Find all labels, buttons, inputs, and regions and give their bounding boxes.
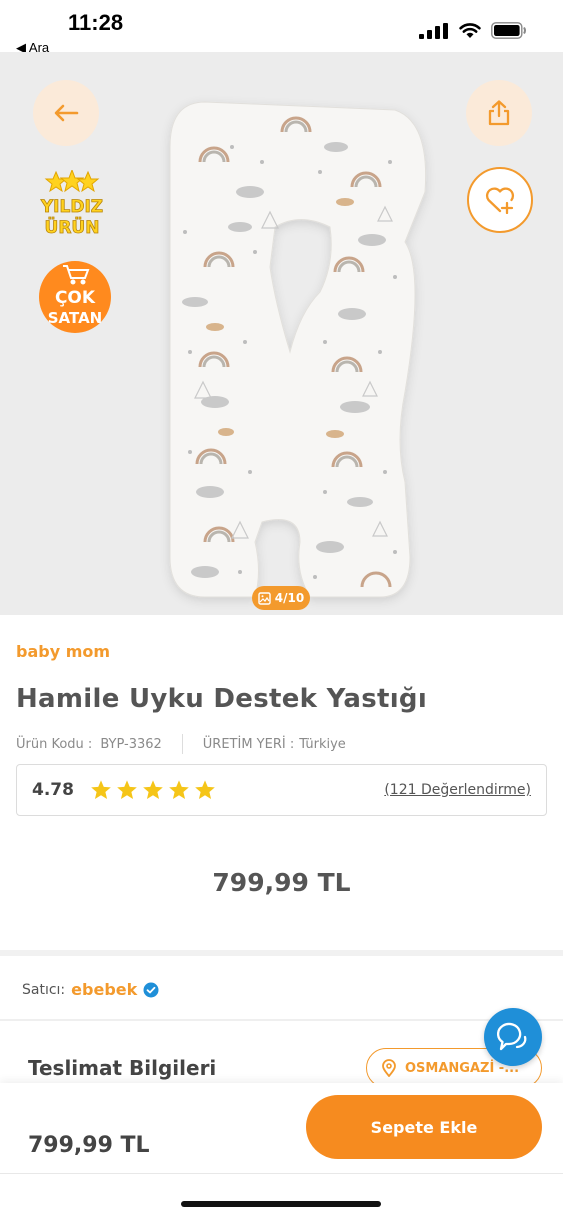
system-icons	[419, 22, 527, 39]
star-icon	[91, 780, 111, 799]
product-code-value: BYP-3362	[100, 736, 162, 752]
star-icon	[169, 780, 189, 799]
product-meta: Ürün Kodu : BYP-3362 ÜRETİM YERİ : Türki…	[16, 734, 346, 754]
status-bar: 11:28 ◀ Ara	[0, 0, 563, 55]
product-price: 799,99 TL	[212, 868, 351, 897]
product-page: 11:28 ◀ Ara YILDIZ ÜRÜN ÇOK SATAN 4/10 b…	[0, 0, 563, 1219]
product-code-label: Ürün Kodu :	[16, 736, 93, 752]
star-icon	[195, 780, 215, 799]
badge-yildiz-line2: ÜRÜN	[45, 216, 100, 238]
home-indicator[interactable]	[181, 1201, 381, 1207]
cok-satan-badge: ÇOK SATAN	[39, 261, 111, 333]
bottom-divider	[0, 1173, 563, 1174]
badge-cok-line1: ÇOK	[55, 288, 96, 308]
chat-icon	[497, 1022, 527, 1051]
image-counter: 4/10	[252, 586, 310, 610]
origin-label: ÜRETİM YERİ :	[202, 736, 295, 752]
bottom-price: 799,99 TL	[28, 1133, 150, 1158]
image-counter-label: 4/10	[274, 591, 305, 605]
seller-info[interactable]: Satıcı: ebebek	[22, 980, 159, 999]
share-button[interactable]	[466, 80, 532, 146]
star-icon	[143, 780, 163, 799]
share-icon	[488, 100, 510, 126]
meta-divider	[181, 734, 183, 754]
back-arrow-icon	[54, 104, 79, 122]
status-time: 11:28	[68, 10, 124, 35]
yildiz-urun-badge: YILDIZ ÜRÜN	[39, 170, 104, 238]
divider	[0, 1019, 563, 1021]
heart-plus-icon	[485, 187, 515, 214]
star-icon	[117, 780, 137, 799]
rating-stars	[90, 779, 216, 801]
origin-value: Türkiye	[299, 736, 346, 752]
badge-cok-line2: SATAN	[48, 309, 102, 327]
image-icon	[258, 591, 271, 605]
brand-link[interactable]: baby mom	[16, 642, 110, 661]
chat-button[interactable]	[484, 1008, 542, 1066]
back-button[interactable]	[33, 80, 99, 146]
add-to-cart-button[interactable]: Sepete Ekle	[306, 1095, 542, 1159]
wifi-icon	[459, 22, 481, 38]
product-title: Hamile Uyku Destek Yastığı	[16, 684, 428, 714]
add-to-favorites-button[interactable]	[467, 167, 533, 233]
battery-icon	[491, 22, 526, 39]
product-image-gallery[interactable]: YILDIZ ÜRÜN ÇOK SATAN 4/10	[0, 52, 563, 615]
seller-label: Satıcı:	[22, 981, 66, 998]
badge-yildiz-line1: YILDIZ	[40, 197, 103, 217]
location-pin-icon	[382, 1059, 396, 1077]
reviews-link[interactable]: (121 Değerlendirme)	[384, 782, 531, 798]
signal-icon	[419, 22, 448, 39]
verified-icon	[143, 982, 159, 997]
badge-star-icon	[44, 170, 100, 193]
rating-summary[interactable]: 4.78 (121 Değerlendirme)	[16, 764, 547, 816]
bottom-action-bar: 799,99 TL Sepete Ekle	[0, 1083, 563, 1219]
section-divider	[0, 950, 563, 956]
seller-name[interactable]: ebebek	[71, 980, 137, 999]
delivery-title: Teslimat Bilgileri	[28, 1056, 217, 1080]
rating-value: 4.78	[32, 780, 74, 800]
